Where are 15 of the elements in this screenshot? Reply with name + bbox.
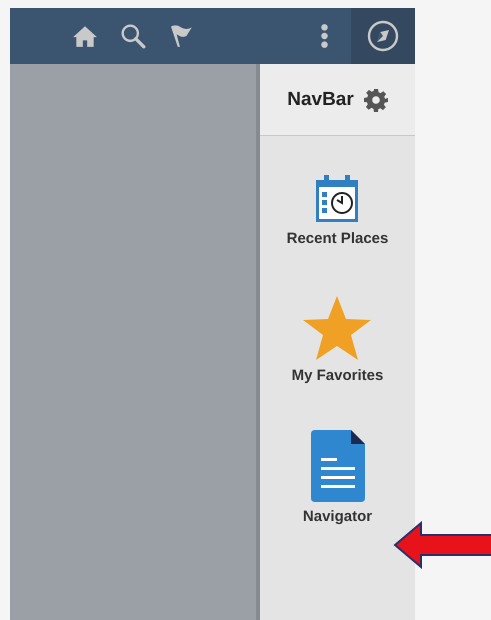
calendar-clock-icon [314,174,360,224]
compass-icon[interactable] [367,20,399,52]
navbar-tile[interactable]: Navigator [302,430,372,525]
document-icon [310,430,364,502]
navbar-tile[interactable]: Recent Places [286,174,388,247]
tile-label: Navigator [302,508,372,525]
star-icon [302,295,372,361]
settings-icon[interactable] [364,88,388,112]
tile-label: Recent Places [286,230,388,247]
navbar-tile[interactable]: My Favorites [292,295,384,384]
flag-icon[interactable] [168,23,194,49]
tile-label: My Favorites [292,367,384,384]
navbar-title: NavBar [287,88,354,110]
more-icon[interactable] [320,23,329,49]
search-icon[interactable] [120,23,146,49]
